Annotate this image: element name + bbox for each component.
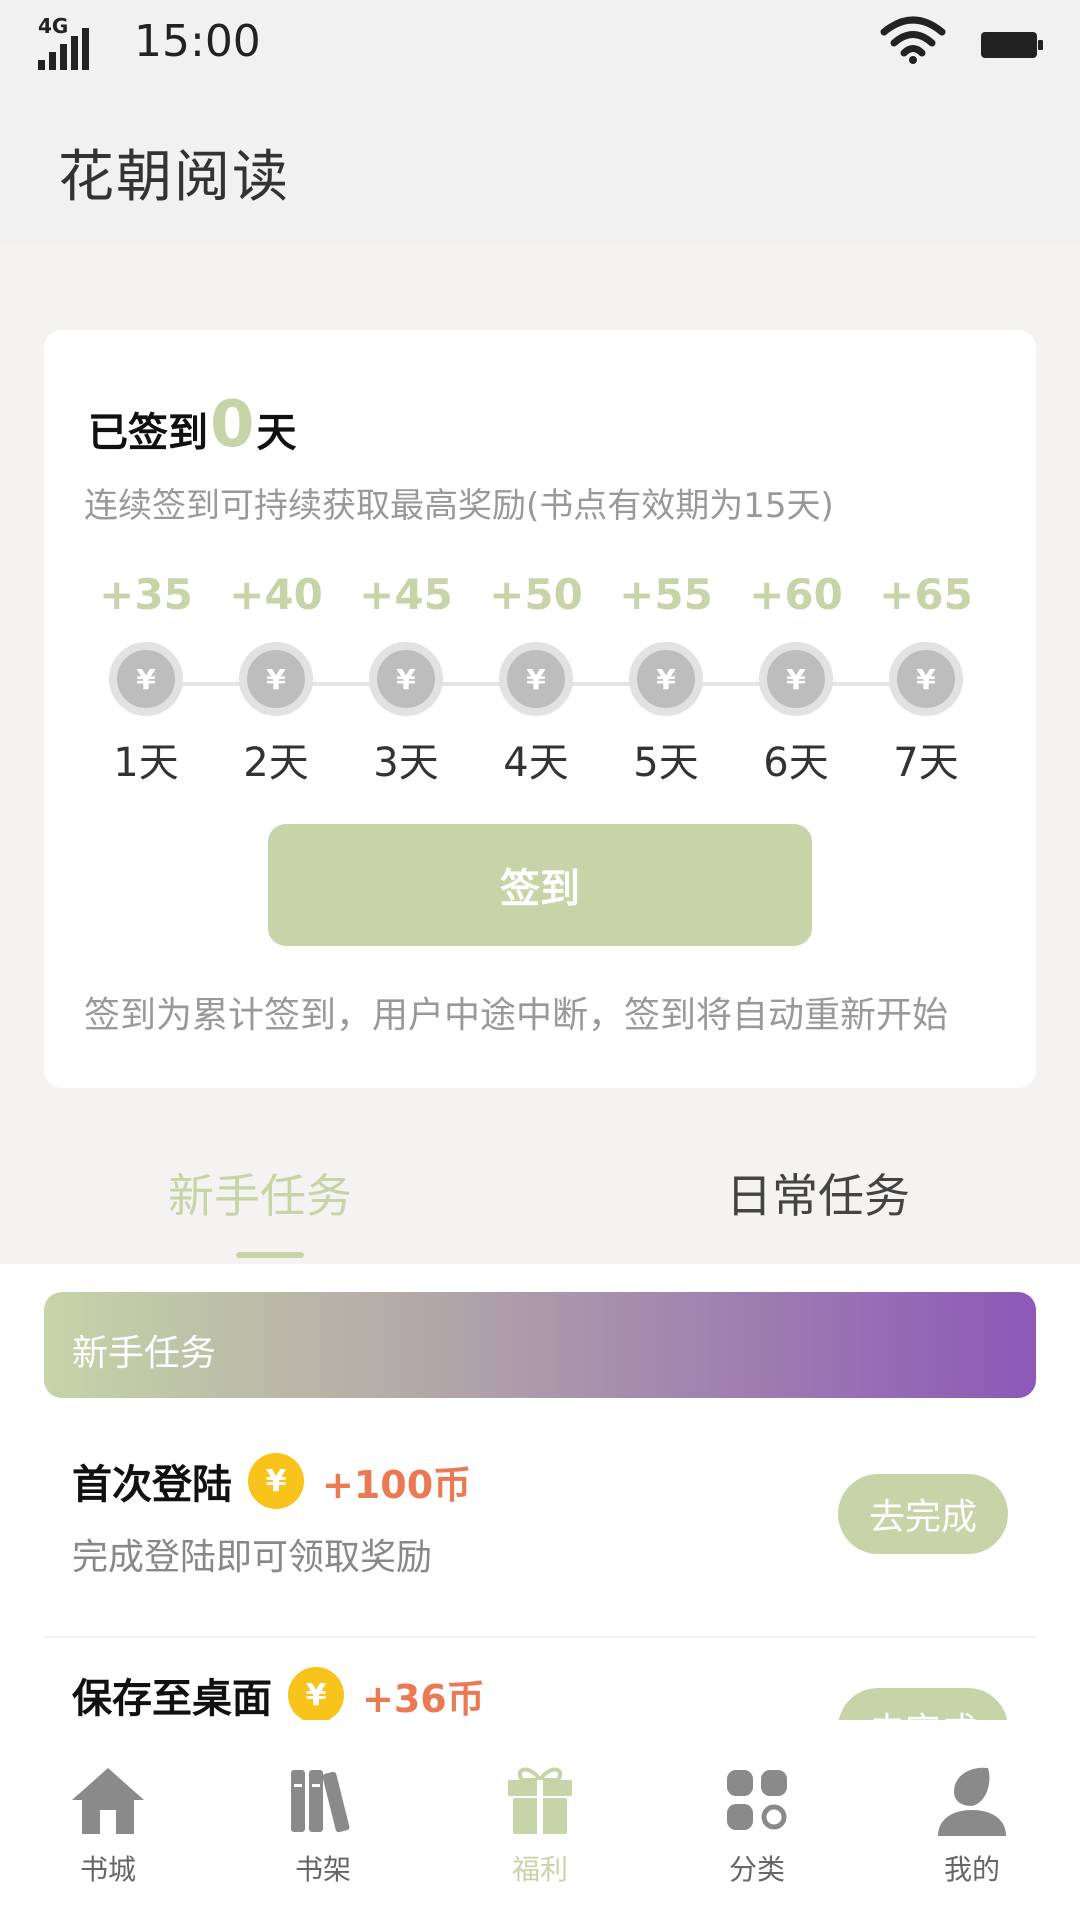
day-item-7: +65 ¥ 7天 bbox=[866, 570, 986, 788]
task-section-title: 新手任务 bbox=[72, 1333, 217, 1374]
day-label: 3天 bbox=[373, 740, 439, 786]
signin-description: 连续签到可持续获取最高奖励(书点有效期为15天) bbox=[84, 486, 834, 526]
signin-note: 签到为累计签到，用户中途中断，签到将自动重新开始 bbox=[84, 995, 949, 1036]
active-tab-indicator bbox=[236, 1252, 304, 1258]
day-reward: +35 bbox=[99, 570, 193, 619]
task-list: 新手任务 首次登陆 ¥ +100币 完成登陆即可领取奖励 去完成 保存至桌面 ¥… bbox=[0, 1264, 1080, 1720]
wifi-icon bbox=[880, 16, 946, 64]
task-section-banner: 新手任务 bbox=[44, 1292, 1036, 1398]
coin-icon: ¥ bbox=[889, 642, 963, 716]
day-reward: +65 bbox=[879, 570, 973, 619]
signin-button[interactable]: 签到 bbox=[268, 824, 812, 946]
coin-icon: ¥ bbox=[759, 642, 833, 716]
gold-coin-icon: ¥ bbox=[248, 1453, 304, 1509]
day-label: 6天 bbox=[763, 740, 829, 786]
day-reward: +40 bbox=[229, 570, 323, 619]
category-icon bbox=[727, 1770, 787, 1830]
nav-item-welfare[interactable]: 福利 bbox=[465, 1760, 615, 1888]
network-type: 4G bbox=[38, 14, 69, 38]
nav-item-profile[interactable]: 我的 bbox=[897, 1760, 1047, 1888]
nav-label: 书架 bbox=[294, 1853, 351, 1886]
day-label: 1天 bbox=[113, 740, 179, 786]
day-item-1: +35 ¥ 1天 bbox=[86, 570, 206, 788]
nav-item-category[interactable]: 分类 bbox=[682, 1760, 832, 1888]
tab-newbie-tasks[interactable]: 新手任务 bbox=[168, 1160, 352, 1226]
day-label: 2天 bbox=[243, 740, 309, 786]
day-item-3: +45 ¥ 3天 bbox=[346, 570, 466, 788]
status-bar: 4G 15:00 bbox=[0, 0, 1080, 82]
day-item-6: +60 ¥ 6天 bbox=[736, 570, 856, 788]
day-reward: +55 bbox=[619, 570, 713, 619]
gold-coin-icon: ¥ bbox=[288, 1667, 344, 1720]
nav-label: 分类 bbox=[728, 1853, 785, 1886]
day-reward: +60 bbox=[749, 570, 843, 619]
status-time: 15:00 bbox=[134, 16, 261, 67]
battery-icon bbox=[981, 32, 1043, 58]
nav-label: 书城 bbox=[79, 1853, 136, 1886]
task-name: 首次登陆 bbox=[72, 1462, 232, 1508]
task-tabs: 新手任务 日常任务 bbox=[0, 1110, 1080, 1264]
task-item: 保存至桌面 ¥ +36币 去完成 bbox=[0, 1638, 1080, 1720]
coin-icon: ¥ bbox=[369, 642, 443, 716]
go-complete-button[interactable]: 去完成 bbox=[838, 1474, 1008, 1554]
task-description: 完成登陆即可领取奖励 bbox=[72, 1537, 433, 1578]
nav-label: 我的 bbox=[943, 1853, 1000, 1886]
task-name: 保存至桌面 bbox=[72, 1676, 272, 1720]
nav-item-bookstore[interactable]: 书城 bbox=[33, 1760, 183, 1888]
coin-icon: ¥ bbox=[109, 642, 183, 716]
nav-label: 福利 bbox=[511, 1853, 568, 1886]
task-reward: +100币 bbox=[322, 1462, 472, 1507]
tab-daily-tasks[interactable]: 日常任务 bbox=[726, 1160, 910, 1226]
signin-days-track: +35 ¥ 1天 +40 ¥ 2天 +45 ¥ 3天 +50 ¥ 4天 +55 … bbox=[86, 570, 973, 786]
day-item-4: +50 ¥ 4天 bbox=[476, 570, 596, 788]
task-item: 首次登陆 ¥ +100币 完成登陆即可领取奖励 去完成 bbox=[0, 1424, 1080, 1638]
page-title: 花朝阅读 bbox=[58, 145, 290, 210]
go-complete-button[interactable]: 去完成 bbox=[838, 1688, 1008, 1720]
day-label: 5天 bbox=[633, 740, 699, 786]
nav-item-bookshelf[interactable]: 书架 bbox=[248, 1760, 398, 1888]
day-item-2: +40 ¥ 2天 bbox=[216, 570, 336, 788]
day-reward: +50 bbox=[489, 570, 583, 619]
signin-card: 已签到 0 天 连续签到可持续获取最高奖励(书点有效期为15天) +35 ¥ 1… bbox=[44, 330, 1036, 1088]
day-label: 7天 bbox=[893, 740, 959, 786]
signed-days-row: 已签到 0 天 bbox=[88, 388, 297, 462]
bookshelf-icon bbox=[291, 1770, 350, 1833]
day-reward: +45 bbox=[359, 570, 453, 619]
title-bar: 花朝阅读 bbox=[0, 82, 1080, 246]
signed-suffix: 天 bbox=[256, 410, 297, 456]
day-item-5: +55 ¥ 5天 bbox=[606, 570, 726, 788]
task-reward: +36币 bbox=[362, 1676, 485, 1721]
home-icon bbox=[72, 1768, 144, 1834]
gift-icon bbox=[508, 1767, 572, 1834]
day-label: 4天 bbox=[503, 740, 569, 786]
coin-icon: ¥ bbox=[499, 642, 573, 716]
signed-prefix: 已签到 bbox=[88, 410, 208, 456]
task-header: 保存至桌面 ¥ +36币 bbox=[72, 1666, 485, 1720]
cellular-signal-icon: 4G bbox=[36, 14, 96, 70]
coin-icon: ¥ bbox=[239, 642, 313, 716]
task-header: 首次登陆 ¥ +100币 bbox=[72, 1452, 471, 1510]
coin-icon: ¥ bbox=[629, 642, 703, 716]
bottom-nav: 书城 书架 福利 分类 我的 bbox=[0, 1720, 1080, 1920]
signed-count: 0 bbox=[210, 388, 255, 462]
profile-icon bbox=[938, 1767, 1006, 1836]
